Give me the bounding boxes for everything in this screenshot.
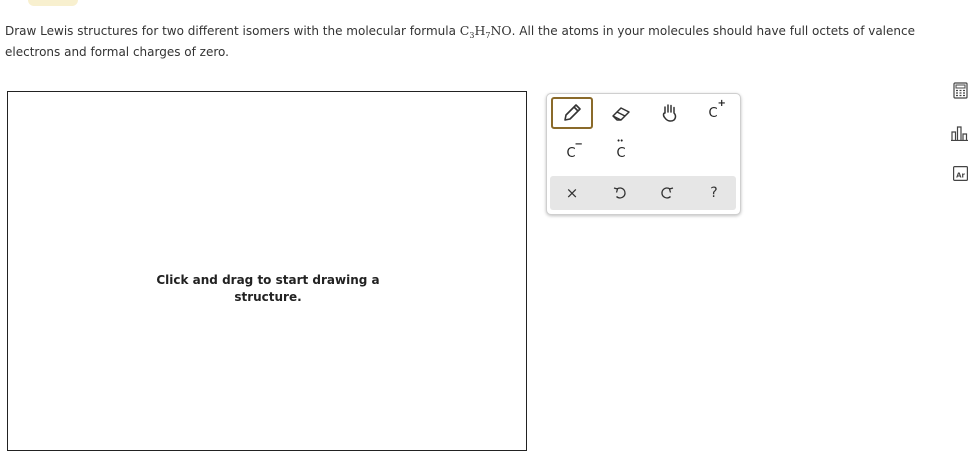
data-chart-button[interactable] xyxy=(951,124,969,142)
canvas-hint: Click and drag to start drawing a struct… xyxy=(156,273,380,304)
calculator-button[interactable] xyxy=(951,81,969,99)
pencil-icon xyxy=(564,104,581,121)
undo-button[interactable] xyxy=(600,177,640,209)
help-icon: ? xyxy=(710,185,718,201)
question-text: Draw Lewis structures for two different … xyxy=(5,20,925,63)
drawing-toolbar: C + C − C •• × ? xyxy=(546,93,741,215)
redo-icon xyxy=(661,187,674,199)
top-tab xyxy=(28,0,78,6)
negative-charge-tool[interactable]: C − xyxy=(551,137,591,169)
toolbar-actions: × ? xyxy=(550,176,736,210)
drawing-canvas[interactable]: Click and drag to start drawing a struct… xyxy=(7,91,527,451)
molecular-formula: C3H7NO xyxy=(459,23,512,40)
eraser-icon xyxy=(612,107,630,121)
redo-button[interactable] xyxy=(647,177,687,209)
question-prefix: Draw Lewis structures for two different … xyxy=(5,24,460,38)
clear-button[interactable]: × xyxy=(552,177,592,209)
hand-icon xyxy=(662,104,677,122)
eraser-tool[interactable] xyxy=(601,97,641,129)
hand-tool[interactable] xyxy=(650,97,690,129)
bar-chart-icon xyxy=(951,126,968,141)
lone-pair-tool[interactable]: C •• xyxy=(601,137,641,169)
calculator-icon xyxy=(952,81,968,99)
pencil-tool[interactable] xyxy=(551,97,593,129)
periodic-table-icon: Ar xyxy=(952,165,968,181)
close-icon: × xyxy=(565,184,579,202)
svg-text:Ar: Ar xyxy=(956,171,965,179)
positive-charge-icon: C + xyxy=(708,97,726,121)
negative-charge-icon: C − xyxy=(566,138,583,161)
positive-charge-tool[interactable]: C + xyxy=(693,97,733,129)
periodic-table-button[interactable]: Ar xyxy=(951,164,969,182)
undo-icon xyxy=(613,187,626,199)
lone-pair-icon: C •• xyxy=(616,136,626,161)
help-button[interactable]: ? xyxy=(694,177,734,209)
